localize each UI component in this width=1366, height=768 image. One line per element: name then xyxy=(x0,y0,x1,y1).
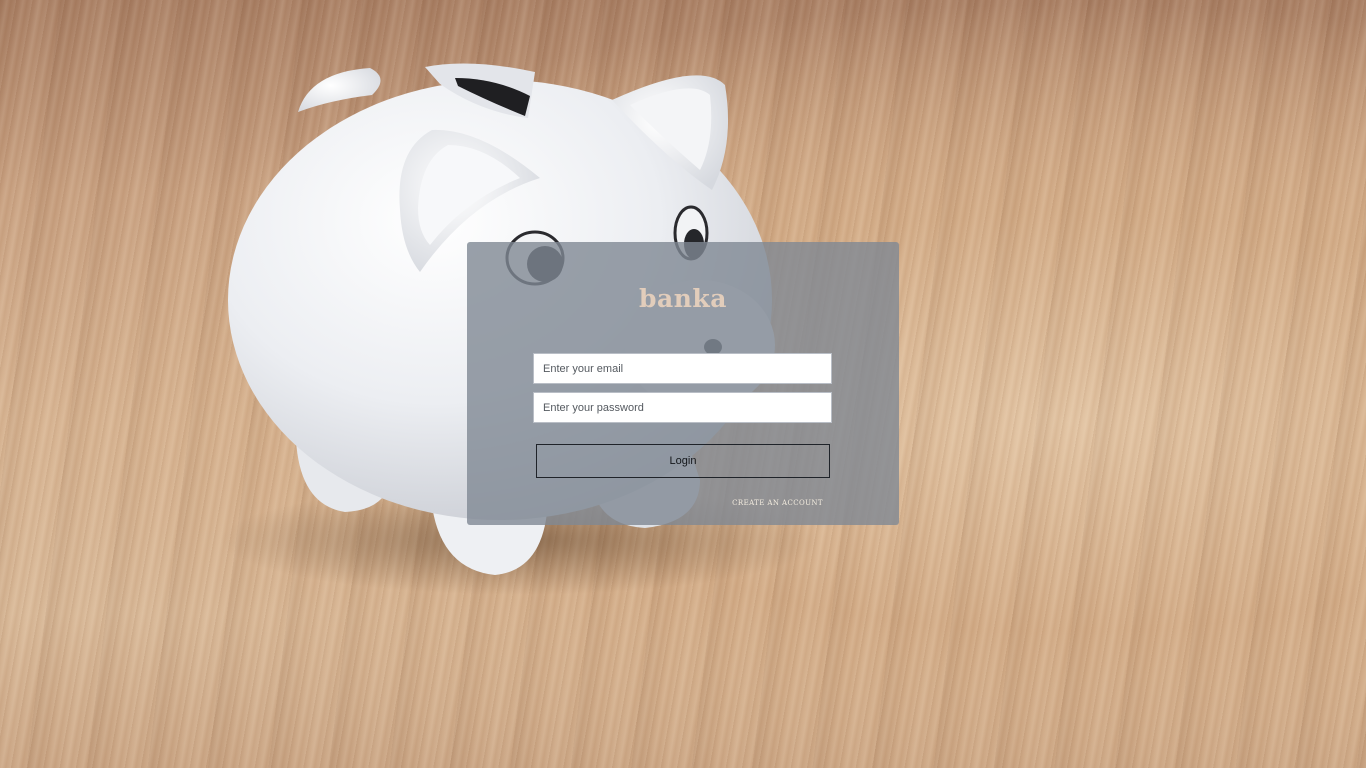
login-page: banka Login CREATE AN ACCOUNT xyxy=(0,0,1366,768)
password-input[interactable] xyxy=(533,392,832,423)
brand-logo: banka xyxy=(639,284,727,313)
login-button[interactable]: Login xyxy=(536,444,830,478)
create-account-link[interactable]: CREATE AN ACCOUNT xyxy=(720,499,823,507)
email-input[interactable] xyxy=(533,353,832,384)
